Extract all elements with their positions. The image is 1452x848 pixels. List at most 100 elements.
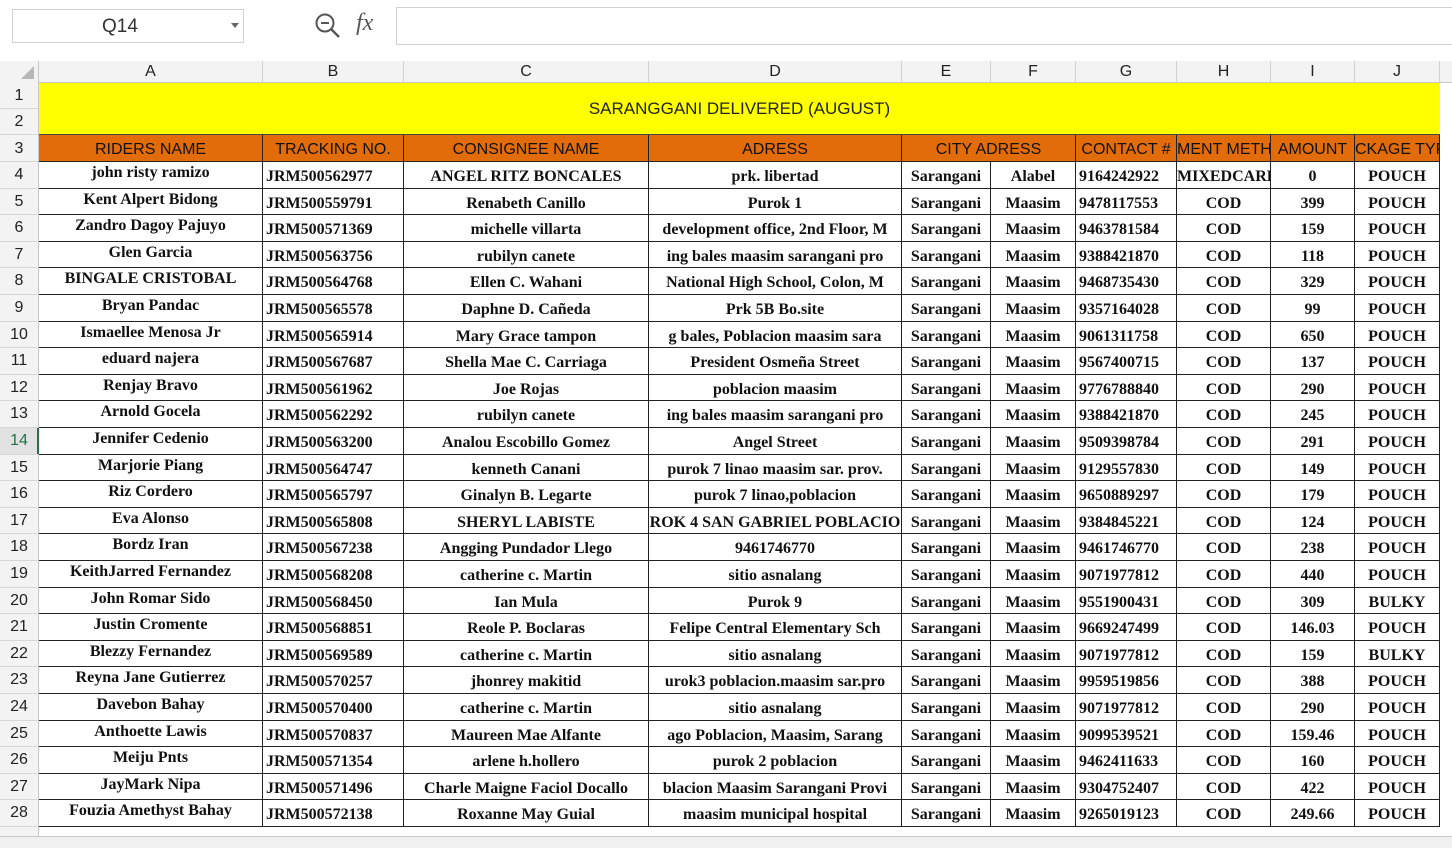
- table-cell[interactable]: 159: [1271, 215, 1355, 242]
- table-cell[interactable]: JRM500570837: [263, 720, 404, 748]
- table-cell[interactable]: POUCH: [1355, 401, 1440, 428]
- table-cell[interactable]: 388: [1271, 667, 1355, 694]
- table-cell[interactable]: Fouzia Amethyst Bahay: [39, 800, 263, 827]
- table-cell[interactable]: Sarangani: [902, 587, 991, 615]
- column-header-d[interactable]: D: [649, 61, 902, 83]
- table-cell[interactable]: development office, 2nd Floor, M: [649, 215, 902, 242]
- row-header-15[interactable]: 15: [0, 455, 38, 482]
- table-cell[interactable]: 9388421870: [1076, 241, 1177, 269]
- table-cell[interactable]: Maasim: [991, 188, 1076, 216]
- table-cell[interactable]: 9463781584: [1076, 215, 1177, 242]
- table-cell[interactable]: 9357164028: [1076, 295, 1177, 322]
- column-header-h[interactable]: H: [1177, 61, 1271, 83]
- table-cell[interactable]: 290: [1271, 694, 1355, 721]
- table-cell[interactable]: Angging Pundador Llego: [404, 534, 649, 561]
- table-cell[interactable]: 9776788840: [1076, 374, 1177, 402]
- table-cell[interactable]: POUCH: [1355, 667, 1440, 694]
- table-cell[interactable]: COD: [1177, 507, 1271, 535]
- table-cell[interactable]: COD: [1177, 348, 1271, 375]
- table-cell[interactable]: Davebon Bahay: [39, 694, 263, 721]
- table-cell[interactable]: 309: [1271, 587, 1355, 615]
- table-cell[interactable]: 9461746770: [1076, 534, 1177, 561]
- row-header-1[interactable]: 1: [0, 83, 38, 109]
- table-cell[interactable]: KeithJarred Fernandez: [39, 561, 263, 588]
- row-header-20[interactable]: 20: [0, 588, 38, 615]
- table-cell[interactable]: Eva Alonso: [39, 507, 263, 535]
- table-cell[interactable]: POUCH: [1355, 507, 1440, 535]
- table-cell[interactable]: 9164242922: [1076, 162, 1177, 189]
- table-cell[interactable]: JayMark Nipa: [39, 773, 263, 801]
- table-cell[interactable]: ing bales maasim sarangani pro: [649, 241, 902, 269]
- table-cell[interactable]: COD: [1177, 215, 1271, 242]
- table-cell[interactable]: BINGALE CRISTOBAL: [39, 268, 263, 295]
- table-cell[interactable]: JRM500561962: [263, 374, 404, 402]
- table-cell[interactable]: COD: [1177, 640, 1271, 668]
- table-cell[interactable]: prk. libertad: [649, 162, 902, 189]
- table-cell[interactable]: Arnold Gocela: [39, 401, 263, 428]
- table-cell[interactable]: JRM500564747: [263, 454, 404, 482]
- table-cell[interactable]: 9129557830: [1076, 454, 1177, 482]
- formula-input[interactable]: [396, 7, 1452, 45]
- table-cell[interactable]: JRM500564768: [263, 268, 404, 295]
- table-cell[interactable]: POUCH: [1355, 694, 1440, 721]
- table-cell[interactable]: COD: [1177, 720, 1271, 748]
- table-cell[interactable]: POUCH: [1355, 800, 1440, 827]
- table-cell[interactable]: 329: [1271, 268, 1355, 295]
- table-cell[interactable]: Sarangani: [902, 215, 991, 242]
- row-header-11[interactable]: 11: [0, 348, 38, 375]
- table-cell[interactable]: 9959519856: [1076, 667, 1177, 694]
- table-cell[interactable]: 9461746770: [649, 534, 902, 561]
- table-cell[interactable]: Maasim: [991, 295, 1076, 322]
- table-cell[interactable]: 238: [1271, 534, 1355, 561]
- table-cell[interactable]: 149: [1271, 454, 1355, 482]
- table-cell[interactable]: COD: [1177, 773, 1271, 801]
- table-cell[interactable]: Reole P. Boclaras: [404, 614, 649, 641]
- table-cell[interactable]: Analou Escobillo Gomez: [404, 428, 649, 455]
- table-cell[interactable]: Maasim: [991, 720, 1076, 748]
- table-cell[interactable]: Alabel: [991, 162, 1076, 189]
- table-cell[interactable]: Reyna Jane Gutierrez: [39, 667, 263, 694]
- row-header-13[interactable]: 13: [0, 401, 38, 428]
- table-cell[interactable]: JRM500567687: [263, 348, 404, 375]
- table-cell[interactable]: POUCH: [1355, 348, 1440, 375]
- row-header-22[interactable]: 22: [0, 641, 38, 668]
- table-cell[interactable]: POUCH: [1355, 614, 1440, 641]
- table-cell[interactable]: Maasim: [991, 800, 1076, 827]
- table-cell[interactable]: POUCH: [1355, 454, 1440, 482]
- zoom-icon[interactable]: [314, 12, 342, 40]
- table-cell[interactable]: Renabeth Canillo: [404, 188, 649, 216]
- table-cell[interactable]: maasim municipal hospital: [649, 800, 902, 827]
- row-header-9[interactable]: 9: [0, 295, 38, 322]
- select-all-button[interactable]: [0, 61, 39, 83]
- table-cell[interactable]: Maasim: [991, 428, 1076, 455]
- row-header-17[interactable]: 17: [0, 508, 38, 535]
- column-header-a[interactable]: A: [39, 61, 263, 83]
- table-cell[interactable]: BULKY: [1355, 640, 1440, 668]
- table-cell[interactable]: COD: [1177, 188, 1271, 216]
- table-cell[interactable]: 9551900431: [1076, 587, 1177, 615]
- table-cell[interactable]: Sarangani: [902, 162, 991, 189]
- table-cell[interactable]: MIXEDCARD: [1177, 162, 1271, 189]
- table-cell[interactable]: Kent Alpert Bidong: [39, 188, 263, 216]
- row-header-6[interactable]: 6: [0, 215, 38, 242]
- table-cell[interactable]: john risty ramizo: [39, 162, 263, 189]
- table-cell[interactable]: JRM500562977: [263, 162, 404, 189]
- table-cell[interactable]: President Osmeña Street: [649, 348, 902, 375]
- table-cell[interactable]: COD: [1177, 747, 1271, 774]
- table-cell[interactable]: COD: [1177, 694, 1271, 721]
- row-header-12[interactable]: 12: [0, 375, 38, 402]
- table-cell[interactable]: COD: [1177, 428, 1271, 455]
- table-cell[interactable]: ROK 4 SAN GABRIEL POBLACIO: [649, 507, 902, 535]
- table-cell[interactable]: COD: [1177, 534, 1271, 561]
- table-cell[interactable]: Maasim: [991, 454, 1076, 482]
- header-cell[interactable]: CONTACT #: [1076, 135, 1177, 162]
- column-header-c[interactable]: C: [404, 61, 649, 83]
- header-cell[interactable]: RIDERS NAME: [39, 135, 263, 162]
- table-cell[interactable]: Sarangani: [902, 241, 991, 269]
- header-cell[interactable]: CONSIGNEE NAME: [404, 135, 649, 162]
- table-cell[interactable]: COD: [1177, 561, 1271, 588]
- table-cell[interactable]: 9071977812: [1076, 640, 1177, 668]
- table-cell[interactable]: 137: [1271, 348, 1355, 375]
- table-cell[interactable]: COD: [1177, 321, 1271, 349]
- table-cell[interactable]: rubilyn canete: [404, 241, 649, 269]
